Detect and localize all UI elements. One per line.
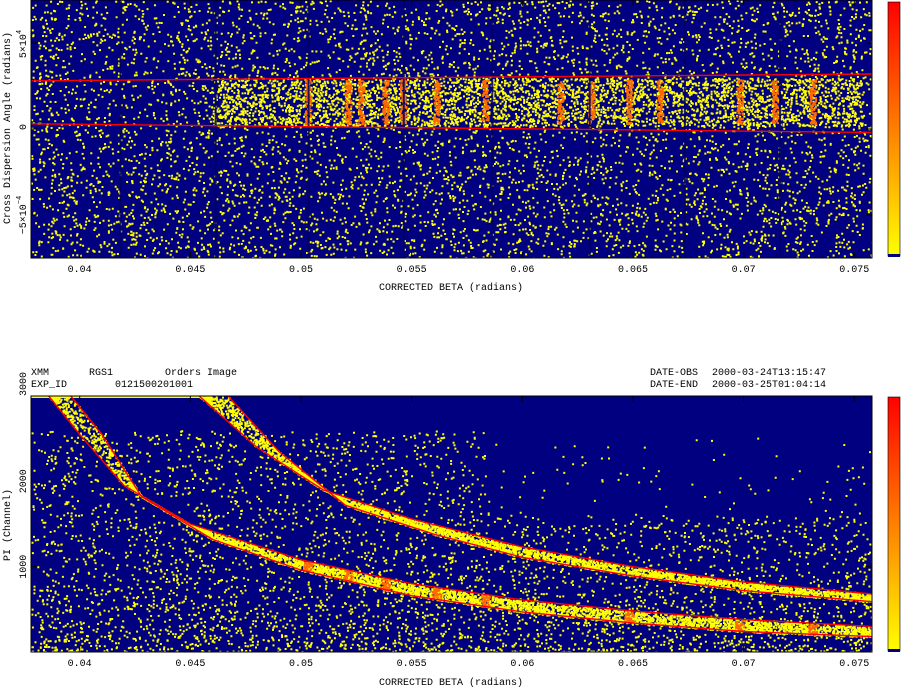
rgs-orders-figure: 0.04 0.045 0.05 0.055 0.06 0.065 0.07 0.075 5×1… [2,0,901,688]
top-xtick-label: 0.065 [618,265,648,276]
top-xtick-label: 0.04 [68,265,92,276]
observation-header: XMM RGS1 Orders Image EXP_ID 01215002010… [31,367,826,391]
header-image-type: Orders Image [165,367,237,379]
top-xtick-label: 0.06 [510,265,534,276]
top-ytick-label-zero: 0 [19,124,30,130]
header-instrument: RGS1 [89,368,113,379]
header-dateend-label: DATE-END [650,380,698,391]
bottom-plot-background [31,396,872,652]
bottom-colorbar-floor [888,649,900,652]
top-colorbar [887,1,901,257]
bottom-ytick-label: 2000 [19,469,30,493]
top-chip-gap [119,0,122,258]
cross-dispersion-panel: 0.04 0.045 0.05 0.055 0.06 0.065 0.07 0.075 5×1… [2,0,901,294]
header-expid-label: EXP_ID [31,380,67,391]
bottom-xtick-label: 0.045 [175,659,205,670]
top-xtick-label: 0.07 [732,265,756,276]
header-mission: XMM [31,368,49,379]
top-ylabel: Cross Dispersion Angle (radians) [2,32,14,224]
top-xlabel: CORRECTED BETA (radians) [379,282,523,294]
bottom-colorbar [887,396,901,652]
top-xtick-label: 0.05 [289,265,313,276]
header-dateobs-label: DATE-OBS [650,368,698,379]
bottom-ylabel: PI (Channel) [2,489,14,561]
pi-panel: 0.04 0.045 0.05 0.055 0.06 0.065 0.07 0.075 1000… [2,372,901,688]
bottom-xtick-label: 0.055 [397,659,427,670]
header-expid: 0121500201001 [115,380,193,391]
top-xtick-label: 0.045 [175,265,205,276]
header-dateobs: 2000-03-24T13:15:47 [712,368,826,379]
bottom-ytick-label: 1000 [19,555,30,579]
top-xtick-label: 0.055 [397,265,427,276]
bottom-xtick-label: 0.065 [618,659,648,670]
top-colorbar-floor [888,254,900,257]
top-ytick-label-pos: 5×104 [16,30,30,58]
bottom-xtick-label: 0.04 [68,659,92,670]
top-ytick-label-neg: −5×10−4 [16,196,30,234]
top-chip-gap [683,0,686,258]
bottom-xtick-label: 0.05 [289,659,313,670]
top-chip-gap [307,0,310,258]
bottom-xtick-label: 0.06 [510,659,534,670]
bottom-xtick-label: 0.075 [839,659,869,670]
top-chip-gap [402,0,405,258]
top-chip-gap [214,0,217,258]
bottom-xlabel: CORRECTED BETA (radians) [379,677,523,688]
top-xtick-label: 0.075 [839,265,869,276]
bottom-ytick-label: 3000 [19,372,30,396]
header-dateend: 2000-03-25T01:04:14 [712,380,826,391]
bottom-xtick-label: 0.07 [732,659,756,670]
top-chip-gap [779,0,781,258]
